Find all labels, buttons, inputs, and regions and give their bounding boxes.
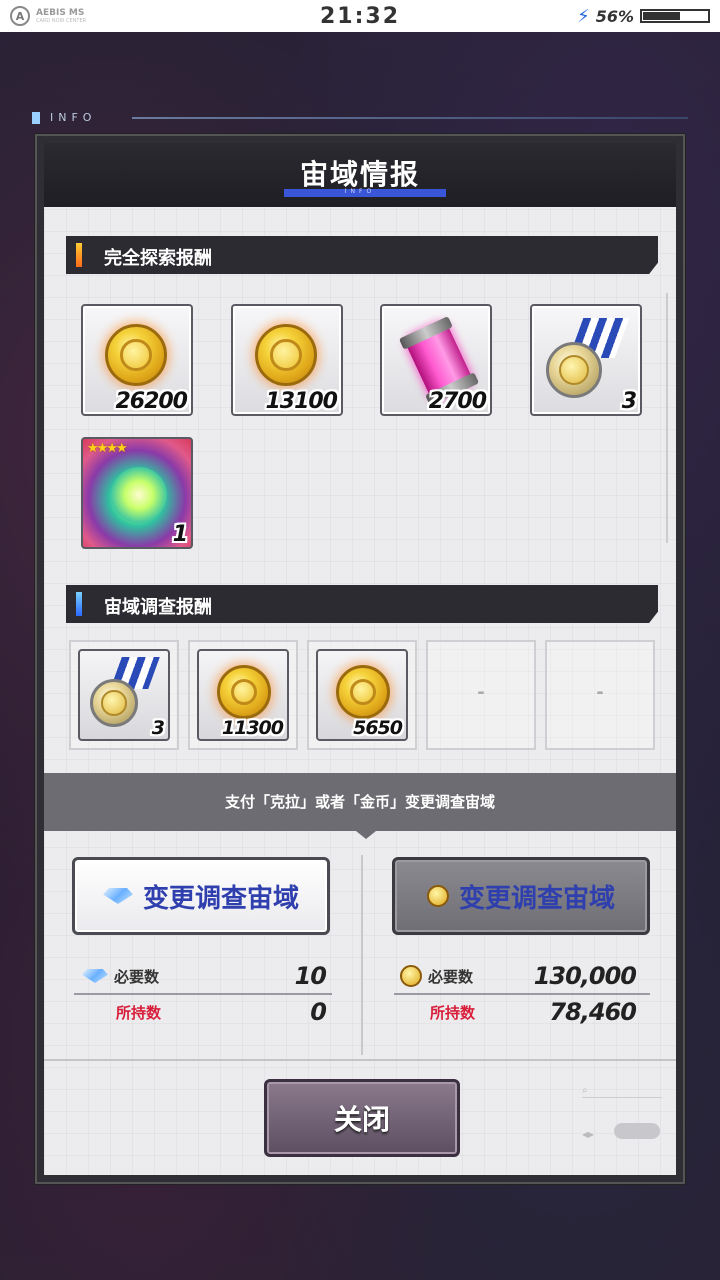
carat-owned-row: 所持数 0	[82, 997, 327, 1027]
decorative-pill	[614, 1123, 660, 1139]
status-bar: A AEBIS MS CARD NOIR CENTER 21:32 ⚡ 56%	[0, 0, 720, 32]
required-label: 必要数	[428, 967, 474, 986]
reward-tile[interactable]: 11300	[197, 649, 289, 741]
medal-icon	[90, 679, 138, 727]
reward-qty: 3	[621, 389, 637, 414]
reward-tile[interactable]: ★★★★ 1	[81, 437, 193, 549]
carat-gem-icon	[82, 969, 108, 983]
reward-qty: 3	[151, 717, 165, 739]
gold-coin-icon	[400, 965, 422, 987]
battery-icon	[640, 9, 710, 23]
survey-reward-header: 宙域调查报酬	[66, 585, 658, 623]
charging-bolt-icon: ⚡	[577, 5, 590, 27]
reward-tile[interactable]: 3	[530, 304, 642, 416]
button-label: 变更调查宙域	[142, 883, 299, 914]
survey-slot[interactable]: 11300	[188, 640, 298, 750]
owned-label: 所持数	[116, 1003, 162, 1022]
reward-tile[interactable]: 2700	[380, 304, 492, 416]
decorative-line	[582, 1097, 662, 1098]
gold-coin-icon	[217, 665, 271, 719]
change-sector-notice-text: 支付「克拉」或者「金币」变更调查宙域	[224, 793, 495, 811]
full-exploration-header: 完全探索报酬	[66, 236, 658, 274]
empty-slot-dash: -	[596, 682, 604, 703]
reward-qty: 1	[172, 522, 188, 547]
survey-reward-title: 宙域调查报酬	[104, 597, 212, 618]
owned-label: 所持数	[430, 1003, 476, 1022]
reward-qty: 13100	[265, 389, 338, 414]
notice-pointer	[356, 831, 376, 839]
reward-tile[interactable]: 26200	[81, 304, 193, 416]
star-rating: ★★★★	[87, 441, 128, 456]
section-marker-orange	[76, 243, 82, 267]
sector-info-dialog: 宙域情报 INFO 完全探索报酬 26200 13100 2700 3 ★★★★…	[35, 134, 685, 1184]
rainbow-gem-card-icon	[111, 467, 167, 523]
change-sector-notice: 支付「克拉」或者「金币」变更调查宙域	[44, 773, 676, 839]
reward-qty: 5650	[353, 717, 403, 739]
battery-fill	[643, 12, 680, 20]
reward-qty: 26200	[115, 389, 188, 414]
carat-required-row: 必要数 10	[82, 961, 327, 991]
cost-divider	[361, 855, 363, 1055]
gold-coin-icon	[105, 324, 167, 386]
carat-required-value: 10	[294, 962, 327, 990]
search-icon: ⌕	[582, 1085, 588, 1096]
info-strip-line	[132, 117, 688, 119]
gold-coin-icon	[255, 324, 317, 386]
logo-subtext: CARD NOIR CENTER	[36, 17, 87, 24]
gold-coin-icon	[336, 665, 390, 719]
reward-tile[interactable]: 5650	[316, 649, 408, 741]
reward-qty: 2700	[428, 389, 487, 414]
decorative-toolbar: ⌕ ◂▸	[582, 1085, 662, 1145]
gold-required-value: 130,000	[533, 962, 637, 990]
dialog-title: 宙域情报	[299, 158, 420, 191]
gold-owned-value: 78,460	[549, 998, 637, 1026]
dialog-subtitle: INFO	[344, 188, 376, 195]
close-button[interactable]: 关闭	[264, 1079, 460, 1157]
empty-slot-dash: -	[477, 682, 485, 703]
change-sector-with-gold-button[interactable]: 变更调查宙域	[392, 857, 650, 935]
carat-gem-icon	[102, 888, 133, 904]
gold-required-row: 必要数 130,000	[400, 961, 637, 991]
info-strip-label: INFO	[50, 111, 97, 124]
info-strip-marker	[32, 112, 40, 124]
gold-owned-row: 所持数 78,460	[400, 997, 637, 1027]
reward-tile[interactable]: 3	[78, 649, 170, 741]
medal-icon	[546, 342, 602, 398]
arrows-icon: ◂▸	[582, 1127, 595, 1141]
reward-qty: 11300	[221, 717, 284, 739]
survey-slot[interactable]: 3	[69, 640, 179, 750]
section-marker-blue	[76, 592, 82, 616]
survey-slot-empty: -	[545, 640, 655, 750]
carat-owned-value: 0	[310, 998, 327, 1026]
button-label: 变更调查宙域	[458, 883, 615, 914]
full-exploration-title: 完全探索报酬	[104, 248, 212, 269]
dialog-body: 宙域情报 INFO 完全探索报酬 26200 13100 2700 3 ★★★★…	[44, 143, 676, 1175]
rewards-scrollbar[interactable]	[666, 293, 668, 543]
app-logo: A AEBIS MS CARD NOIR CENTER	[10, 6, 86, 26]
logo-text: AEBIS MS	[36, 7, 85, 18]
footer-divider	[44, 1059, 676, 1061]
survey-slot[interactable]: 5650	[307, 640, 417, 750]
gold-coin-icon	[426, 885, 449, 907]
close-button-label: 关闭	[333, 1103, 390, 1136]
reward-tile[interactable]: 13100	[231, 304, 343, 416]
dialog-title-bar: 宙域情报 INFO	[44, 143, 676, 207]
cost-underline	[394, 993, 650, 995]
battery-percent: 56%	[595, 6, 634, 26]
cost-underline	[74, 993, 332, 995]
survey-slot-empty: -	[426, 640, 536, 750]
info-strip: INFO	[32, 111, 688, 125]
required-label: 必要数	[114, 967, 160, 986]
logo-icon: A	[10, 6, 30, 26]
change-sector-with-carat-button[interactable]: 变更调查宙域	[72, 857, 330, 935]
